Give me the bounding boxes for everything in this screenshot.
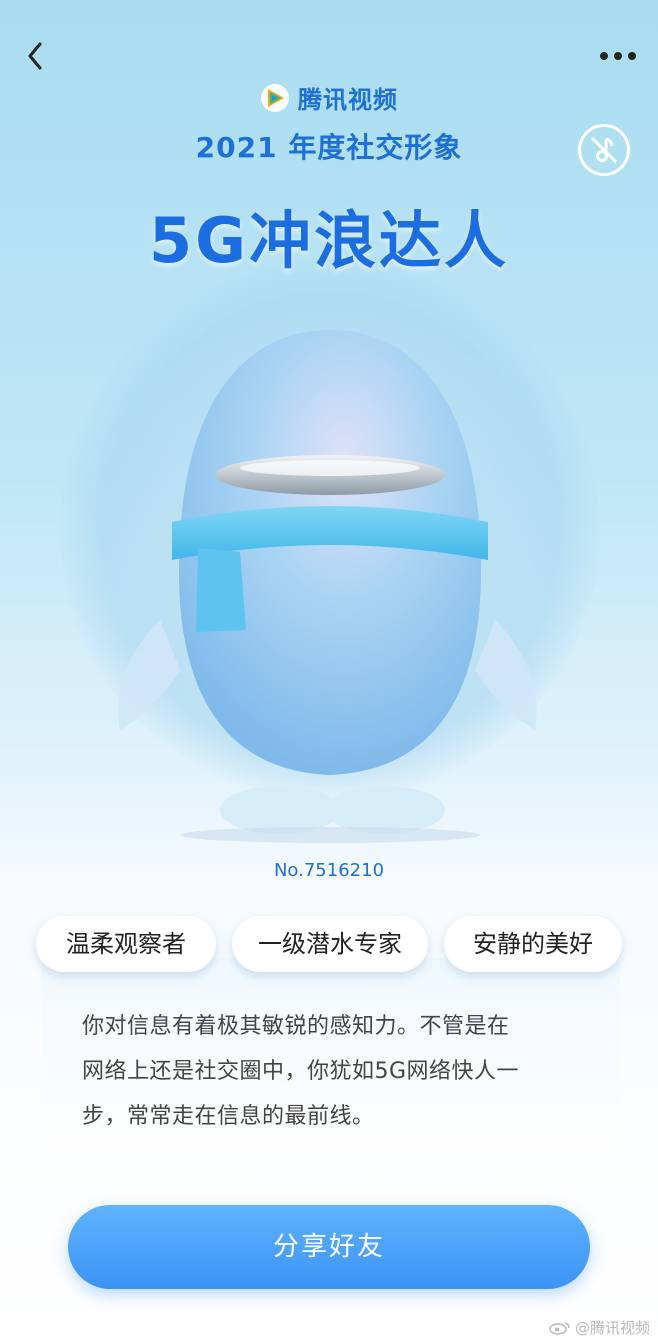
weibo-icon xyxy=(549,1321,570,1335)
description-line: 你对信息有着极其敏锐的感知力。不管是在 xyxy=(82,1014,510,1039)
page-title: 5G冲浪达人 xyxy=(148,204,510,277)
more-button[interactable] xyxy=(596,38,640,74)
tencent-video-logo-icon xyxy=(261,83,289,112)
watermark-text: @腾讯视频 xyxy=(574,1319,650,1337)
brand-name: 腾讯视频 xyxy=(298,86,398,114)
more-dots-icon xyxy=(600,52,636,60)
weibo-watermark: @腾讯视频 xyxy=(549,1317,650,1338)
top-bar xyxy=(0,30,658,80)
tag-chip: 安静的美好 xyxy=(444,916,622,972)
brand-header: 腾讯视频 xyxy=(0,80,658,117)
tag-chip: 温柔观察者 xyxy=(36,916,216,972)
description-text: 你对信息有着极其敏锐的感知力。不管是在 网络上还是社交圈中，你犹如5G网络快人一… xyxy=(82,1004,582,1139)
back-button[interactable] xyxy=(18,36,58,76)
serial-number: No.7516210 xyxy=(273,860,385,881)
tag-chip: 一级潜水专家 xyxy=(232,916,428,972)
description-line: 步，常常走在信息的最前线。 xyxy=(82,1104,375,1129)
page-subtitle: 2021 年度社交形象 xyxy=(195,131,463,164)
chevron-left-icon xyxy=(28,42,42,70)
description-line: 网络上还是社交圈中，你犹如5G网络快人一 xyxy=(82,1059,520,1084)
penguin-mascot-illustration xyxy=(118,330,537,843)
share-friends-button[interactable]: 分享好友 xyxy=(68,1205,590,1289)
